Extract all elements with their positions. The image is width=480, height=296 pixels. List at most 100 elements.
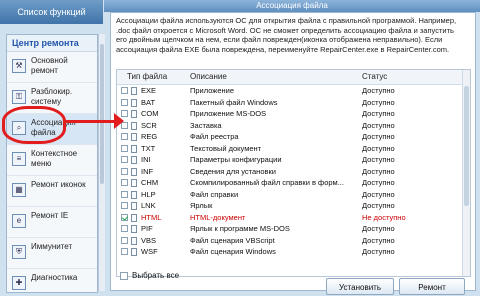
file-description-cell: Файл реестра: [190, 132, 239, 141]
menu-icon: ≡: [12, 152, 26, 166]
file-type-row[interactable]: VBS Файл сценария VBScript Доступно: [117, 235, 463, 247]
column-header-status[interactable]: Статус: [362, 70, 387, 84]
row-checkbox[interactable]: [121, 202, 128, 209]
file-type-cell: VBS: [141, 235, 157, 245]
file-type-row[interactable]: WSF Файл сценария Windows Доступно: [117, 246, 463, 258]
file-type-row[interactable]: COM Приложение MS-DOS Доступно: [117, 108, 463, 120]
file-type-icon: [131, 133, 137, 141]
file-type-cell: HTML: [141, 212, 162, 222]
file-description-cell: Параметры конфигурации: [190, 155, 282, 164]
file-status-cell: Доступно: [362, 247, 395, 256]
file-association-panel: Ассоциации файла используются ОС для отк…: [110, 12, 476, 295]
sidebar-item-label: Иммунитет: [31, 242, 73, 251]
file-type-cell: EXE: [141, 86, 157, 95]
sidebar-item[interactable]: ▦ Ремонт иконок: [7, 176, 97, 207]
file-description-cell: Файл сценария VBScript: [190, 235, 275, 245]
sidebar-item[interactable]: ⛨ Иммунитет: [7, 238, 97, 269]
file-type-row[interactable]: CHM Скомпилированный файл справки в форм.…: [117, 177, 463, 189]
file-status-cell: Доступно: [362, 189, 395, 199]
list-scroll-thumb[interactable]: [464, 86, 469, 206]
row-checkbox[interactable]: [121, 179, 128, 186]
row-checkbox[interactable]: [121, 98, 128, 106]
file-type-icon: [131, 156, 137, 164]
file-description-cell: Скомпилированный файл справки в форм...: [190, 178, 344, 187]
file-type-icon: [131, 213, 137, 222]
file-status-cell: Доступно: [362, 120, 395, 130]
file-status-cell: Доступно: [362, 235, 395, 245]
file-description-cell: Файл сценария Windows: [190, 247, 276, 256]
file-type-icon: [131, 121, 137, 130]
diagnostics-icon: ✚: [12, 276, 26, 290]
file-description-cell: Приложение MS-DOS: [190, 109, 267, 118]
unlock-icon: ⚿: [12, 90, 26, 104]
file-description-cell: HTML-документ: [190, 212, 246, 222]
sidebar-item-label: Ремонт IE: [31, 211, 69, 220]
file-status-cell: Доступно: [362, 97, 395, 107]
annotation-arrow-shaft: [64, 120, 116, 123]
file-type-list: Тип файла Описание Статус EXE Приложение Д…: [116, 69, 471, 277]
file-type-row[interactable]: TXT Текстовый документ Доступно: [117, 143, 463, 155]
file-type-cell: INF: [141, 166, 154, 176]
repair-button[interactable]: Ремонт: [399, 278, 465, 295]
file-type-row[interactable]: INI Параметры конфигурации Доступно: [117, 154, 463, 166]
file-type-row[interactable]: REG Файл реестра Доступно: [117, 131, 463, 143]
row-checkbox[interactable]: [121, 144, 128, 152]
sidebar-item[interactable]: e Ремонт IE: [7, 207, 97, 238]
row-checkbox[interactable]: [121, 236, 128, 244]
shield-icon: ⛨: [12, 245, 26, 259]
file-status-cell: Доступно: [362, 224, 395, 233]
file-type-cell: COM: [141, 109, 159, 118]
file-type-icon: [131, 167, 137, 176]
file-type-row[interactable]: EXE Приложение Доступно: [117, 85, 463, 97]
file-type-cell: CHM: [141, 178, 159, 187]
file-type-row[interactable]: HLP Файл справки Доступно: [117, 189, 463, 201]
row-checkbox[interactable]: [121, 190, 128, 198]
column-header-type[interactable]: Тип файла: [127, 70, 167, 84]
description-line: Ассоциации файла используются ОС для отк…: [116, 16, 457, 25]
function-list-title: Список функций: [0, 0, 103, 24]
sidebar-scrollbar[interactable]: [98, 34, 105, 291]
description-text: Ассоциации файла используются ОС для отк…: [116, 16, 471, 54]
file-description-cell: Файл справки: [190, 189, 239, 199]
row-checkbox[interactable]: [121, 133, 128, 140]
sidebar-item[interactable]: ≡ Контекстное меню: [7, 145, 97, 176]
sidebar-item-label: Контекстное меню: [31, 149, 78, 168]
file-type-icon: [131, 202, 137, 210]
file-type-icon: [131, 225, 137, 233]
file-status-cell: Доступно: [362, 132, 395, 141]
sidebar-scroll-thumb[interactable]: [100, 44, 104, 184]
ie-icon: e: [12, 214, 26, 228]
file-type-cell: INI: [141, 155, 151, 164]
file-type-row[interactable]: SCR Заставка Доступно: [117, 120, 463, 132]
file-status-cell: Доступно: [362, 109, 395, 118]
file-type-row[interactable]: BAT Пакетный файл Windows Доступно: [117, 97, 463, 109]
file-type-row[interactable]: INF Сведения для установки Доступно: [117, 166, 463, 178]
file-type-cell: SCR: [141, 120, 157, 130]
install-button[interactable]: Установить: [326, 278, 394, 295]
select-all-label[interactable]: Выбрать все: [132, 270, 179, 281]
annotation-arrow-head: [114, 113, 124, 129]
file-type-cell: LNK: [141, 201, 156, 210]
column-header-description[interactable]: Описание: [190, 70, 227, 84]
sidebar-item[interactable]: ⚒ Основной ремонт: [7, 52, 97, 83]
list-scrollbar[interactable]: [462, 70, 470, 276]
file-status-cell: Доступно: [362, 86, 395, 95]
row-checkbox[interactable]: [121, 87, 128, 94]
sidebar-item[interactable]: ✚ Диагностика: [7, 269, 97, 292]
row-checkbox[interactable]: [121, 156, 128, 163]
row-checkbox[interactable]: [121, 248, 128, 255]
file-type-cell: REG: [141, 132, 158, 141]
file-description-cell: Заставка: [190, 120, 222, 130]
sidebar-item-label: Ремонт иконок: [31, 180, 86, 189]
icons-icon: ▦: [12, 183, 26, 197]
file-type-row[interactable]: PIF Ярлык к программе MS-DOS Доступно: [117, 223, 463, 235]
file-type-icon: [131, 190, 137, 199]
sidebar-item-label: Разблокир. систему: [31, 87, 73, 106]
file-type-row[interactable]: HTML HTML-документ Не доступно: [117, 212, 463, 224]
row-checkbox[interactable]: [121, 225, 128, 232]
file-status-cell: Доступно: [362, 155, 395, 164]
select-all-checkbox[interactable]: [120, 272, 128, 280]
row-checkbox[interactable]: [121, 167, 128, 175]
file-type-row[interactable]: LNK Ярлык Доступно: [117, 200, 463, 212]
row-checkbox[interactable]: [121, 213, 128, 221]
